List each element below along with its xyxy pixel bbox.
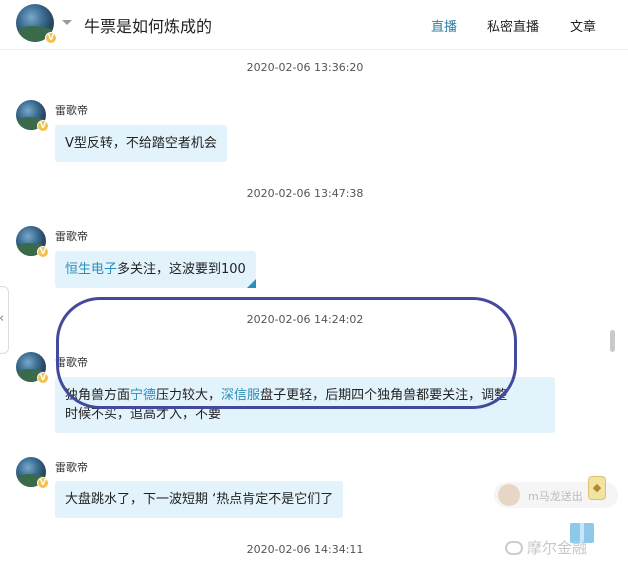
message-text: 压力较大， bbox=[156, 388, 222, 403]
verified-v-icon: V bbox=[37, 246, 49, 258]
stock-link[interactable]: 深信服 bbox=[221, 388, 260, 403]
avatar[interactable]: V bbox=[16, 226, 49, 258]
watermark-text: 摩尔金融 bbox=[527, 539, 588, 557]
stock-link[interactable]: 宁德 bbox=[130, 388, 156, 403]
avatar[interactable]: V bbox=[16, 352, 49, 384]
header-bar: V 牛票是如何炼成的 直播 私密直播 文章 bbox=[0, 0, 628, 50]
author-name: 雷歌帝 bbox=[55, 230, 88, 243]
message-text: 时候不买，追高才入，不要 bbox=[65, 407, 222, 422]
author-name: 雷歌帝 bbox=[55, 356, 88, 369]
channel-avatar[interactable]: V bbox=[16, 4, 57, 44]
tab-articles[interactable]: 文章 bbox=[570, 16, 596, 35]
message-timestamp: 2020-02-06 13:47:38 bbox=[246, 187, 364, 200]
message-text: V型反转，不给踏空者机会 bbox=[65, 136, 217, 151]
gifter-avatar bbox=[498, 484, 520, 506]
message-bubble: V型反转，不给踏空者机会 bbox=[55, 125, 227, 162]
gift-notification: m马龙送出 ◆ bbox=[494, 476, 618, 508]
message-text: 多关注，这波要到100 bbox=[117, 262, 246, 277]
message-bubble: 大盘跳水了，下一波短期 ‘热点肯定不是它们了 bbox=[55, 481, 344, 518]
verified-v-icon: V bbox=[37, 372, 49, 384]
corner-marker-icon bbox=[246, 279, 256, 288]
avatar[interactable]: V bbox=[16, 457, 49, 489]
stock-link[interactable]: 恒生电子 bbox=[65, 262, 117, 277]
dropdown-caret-icon[interactable] bbox=[62, 20, 72, 25]
gift-icon: ◆ bbox=[588, 476, 606, 500]
chevron-left-icon: ‹ bbox=[0, 311, 4, 326]
message-timestamp: 2020-02-06 13:36:20 bbox=[246, 61, 364, 74]
message-bubble: 独角兽方面宁德压力较大，深信服盘子更轻，后期四个独角兽都要关注，调整时候不买，追… bbox=[55, 377, 555, 433]
message-text: 盘子更轻，后期四个独角兽都要关注，调整 bbox=[260, 388, 508, 403]
message-text: 独角兽方面 bbox=[65, 388, 131, 403]
message-bubble: 恒生电子多关注，这波要到100 bbox=[55, 251, 256, 288]
verified-v-icon: V bbox=[37, 477, 49, 489]
message-timestamp: 2020-02-06 14:24:02 bbox=[246, 313, 364, 326]
logo-ring-icon bbox=[505, 541, 523, 555]
channel-title: 牛票是如何炼成的 bbox=[84, 17, 213, 36]
watermark: 摩尔金融 bbox=[505, 537, 587, 558]
tab-private-live[interactable]: 私密直播 bbox=[487, 16, 539, 35]
verified-v-icon: V bbox=[37, 120, 49, 132]
sidebar-toggle[interactable]: ‹ bbox=[0, 286, 9, 354]
gift-text: m马龙送出 bbox=[528, 490, 583, 503]
tab-live[interactable]: 直播 bbox=[431, 16, 457, 35]
message-text: 大盘跳水了，下一波短期 ‘热点肯定不是它们了 bbox=[65, 492, 334, 507]
avatar[interactable]: V bbox=[16, 100, 49, 132]
verified-v-icon: V bbox=[45, 32, 57, 44]
author-name: 雷歌帝 bbox=[55, 461, 88, 474]
author-name: 雷歌帝 bbox=[55, 104, 88, 117]
scrollbar-thumb[interactable] bbox=[610, 330, 615, 352]
